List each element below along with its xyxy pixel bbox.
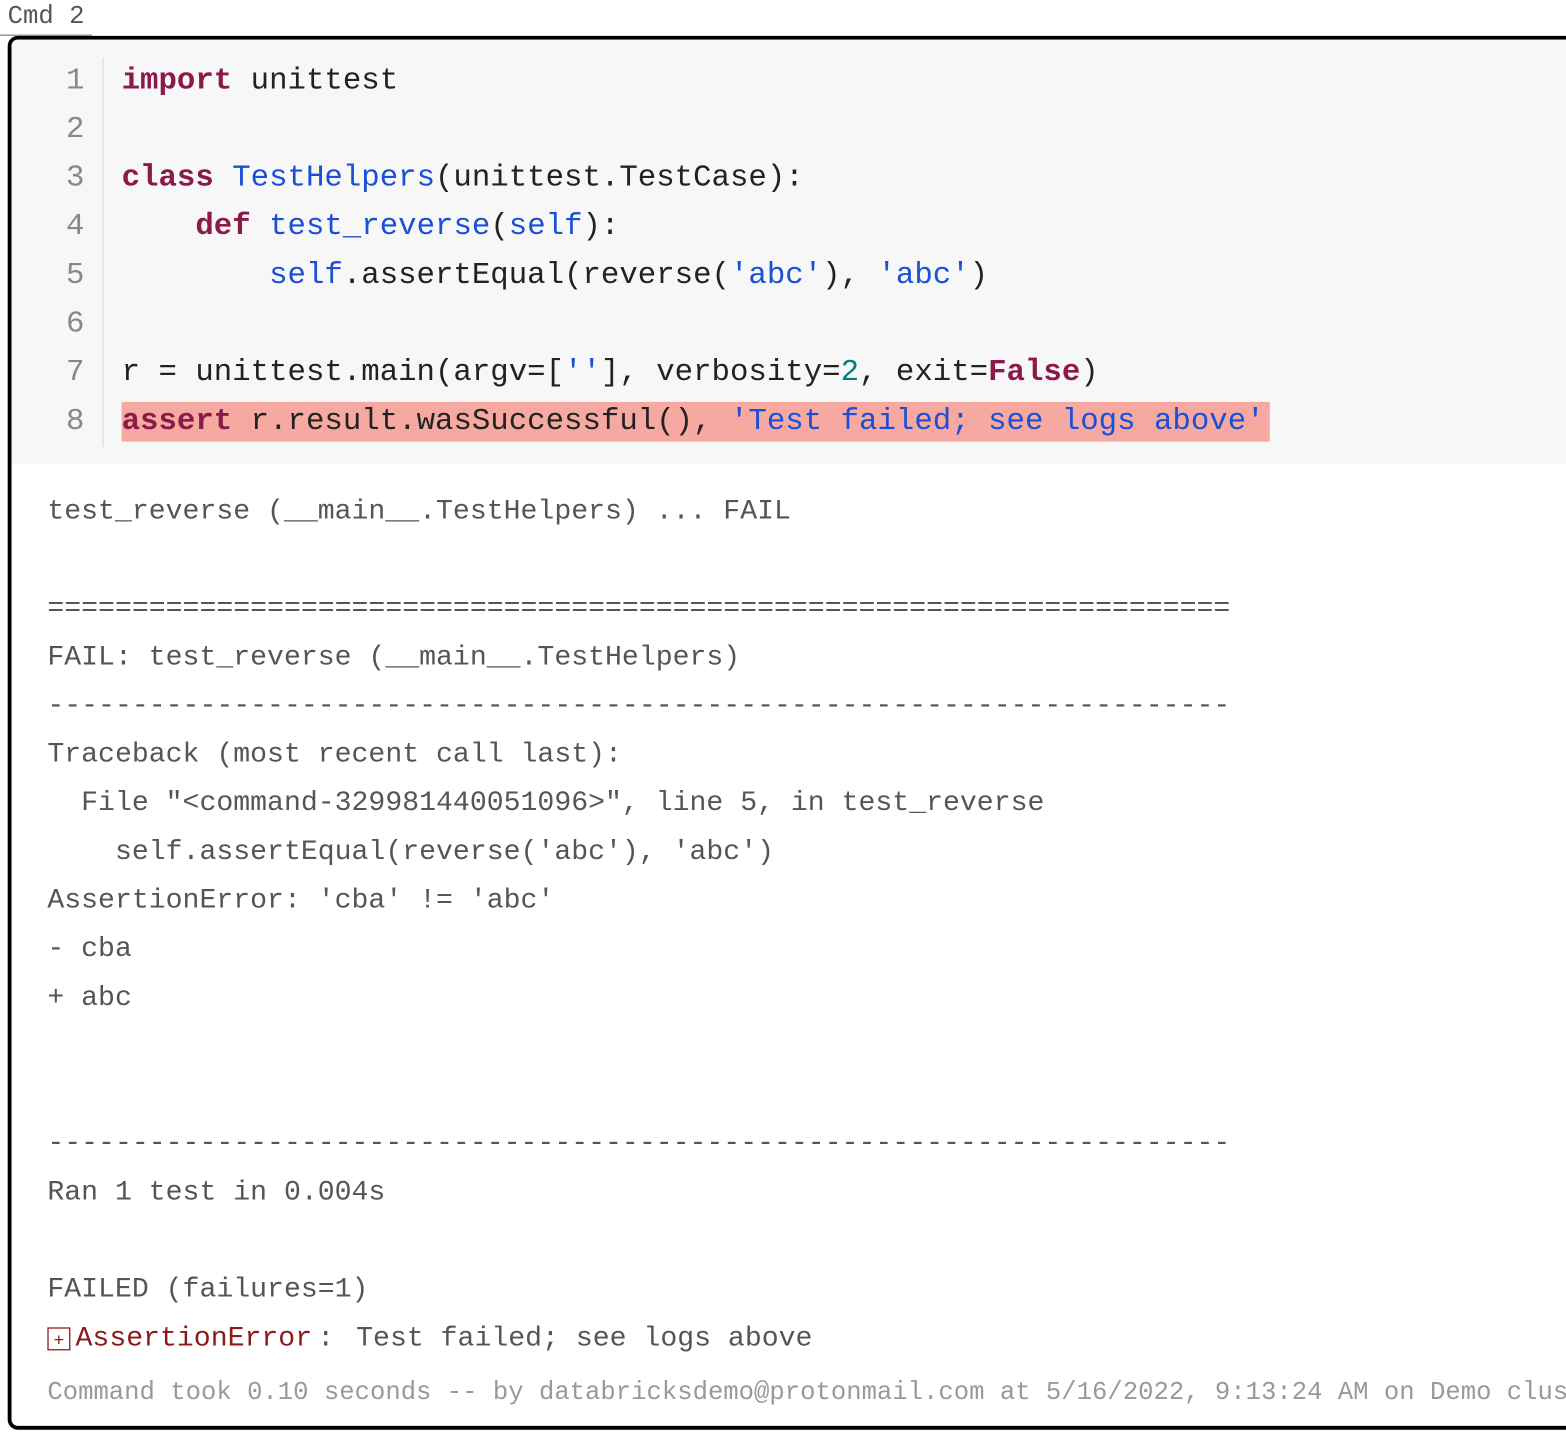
expand-error-icon[interactable]: + xyxy=(47,1327,70,1350)
cell-footer: Command took 0.10 seconds -- by databric… xyxy=(12,1373,1566,1425)
cell-output: test_reverse (__main__.TestHelpers) ... … xyxy=(12,465,1566,1374)
cell-label: Cmd 2 xyxy=(0,0,92,36)
error-message: Test failed; see logs above xyxy=(356,1315,812,1364)
line-gutter: 1 2 3 4 5 6 7 8 xyxy=(12,58,104,447)
code-content[interactable]: import unittest class TestHelpers(unitte… xyxy=(104,58,1566,447)
error-name: AssertionError xyxy=(76,1315,313,1364)
code-editor[interactable]: Python 1 2 3 4 5 xyxy=(12,40,1566,465)
notebook-cell: Python 1 2 3 4 5 xyxy=(8,36,1566,1430)
